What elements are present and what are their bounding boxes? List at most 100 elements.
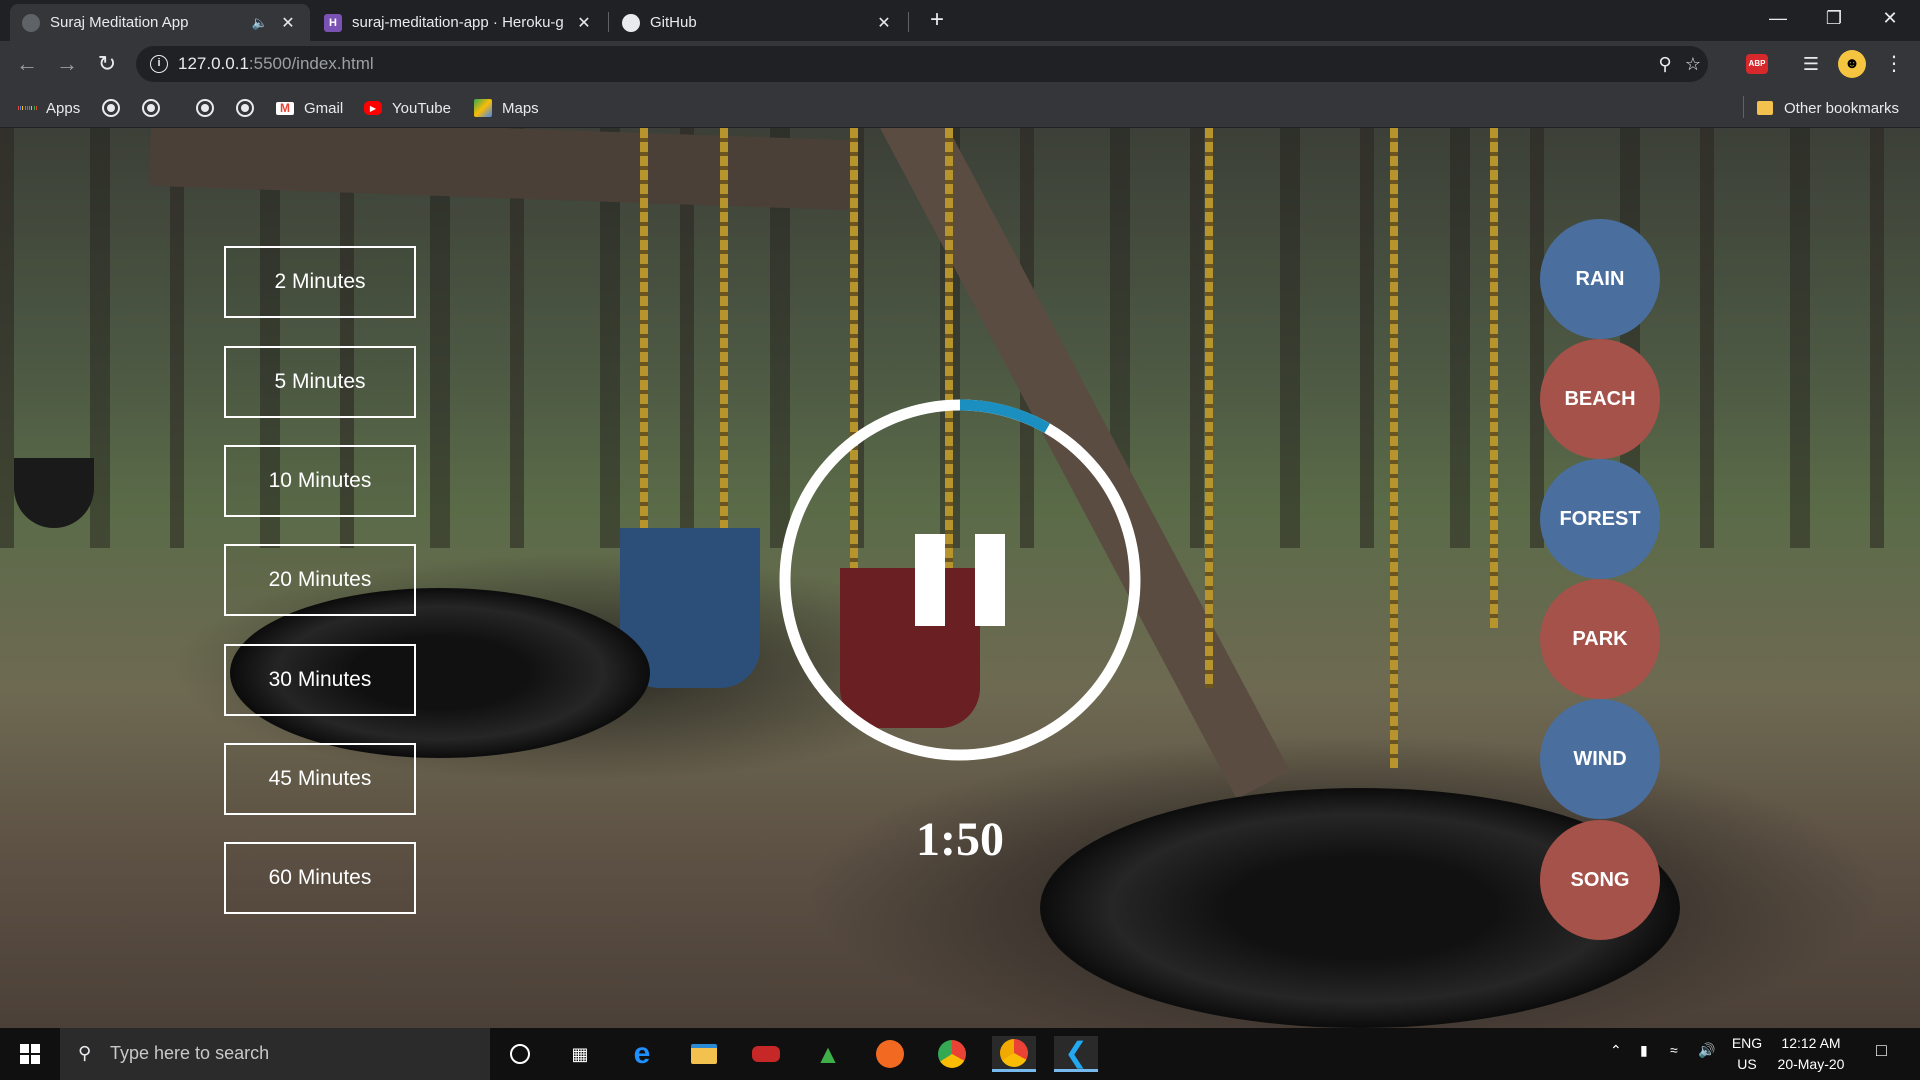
duration-60-minutes-button[interactable]: 60 Minutes [224,842,416,914]
tab-title: Suraj Meditation App [50,14,189,31]
sound-park-button[interactable]: PARK [1540,579,1660,699]
close-icon[interactable]: ✕ [874,13,894,33]
site-globe-icon [22,13,40,32]
swing-chain [1205,128,1213,688]
system-clock[interactable]: 12:12 AM 20-May-20 [1770,1033,1852,1075]
swing-chain [1390,128,1398,768]
green-app-icon[interactable]: ▲ [806,1036,850,1072]
start-button[interactable] [0,1028,60,1080]
search-placeholder: Type here to search [110,1043,270,1063]
bookmark-maps[interactable]: Maps [474,96,539,120]
bookmark-label: Gmail [304,99,344,117]
bookmark-gmail[interactable]: M Gmail [276,96,343,120]
tab-separator [908,12,909,32]
tab-suraj-meditation[interactable]: Suraj Meditation App 🔈 ✕ [10,4,310,41]
chrome-canary-icon[interactable] [992,1036,1036,1072]
bookmark-label: Maps [502,99,539,117]
tab-heroku[interactable]: H suraj-meditation-app · Heroku-g ✕ [312,4,606,41]
zoom-icon[interactable]: ⚲ [1654,53,1676,75]
wifi-icon[interactable]: ≈ [1670,1042,1678,1058]
windows-taskbar: ⚲ Type here to search ▦ e ▲ ❮ ⌃ ▮ ≈ 🔊 EN… [0,1028,1920,1080]
address-bar[interactable]: i 127.0.0.1:5500/index.html ⚲ ☆ [136,46,1708,82]
region-code: US [1737,1056,1757,1072]
youtube-icon: ▶ [364,101,382,115]
search-icon: ⚲ [78,1043,92,1063]
sound-rain-button[interactable]: RAIN [1540,219,1660,339]
bookmark-globe-3[interactable] [196,96,224,120]
bookmark-label: YouTube [392,99,451,117]
bookmark-other[interactable]: Other bookmarks [1756,96,1899,120]
edge-icon[interactable]: e [620,1036,664,1072]
tab-title: GitHub [650,14,697,31]
bookmark-globe-2[interactable] [142,96,170,120]
speaker-icon[interactable]: 🔈 [252,15,268,31]
bookmark-apps[interactable]: Apps [18,96,80,120]
battery-icon[interactable]: ▮ [1640,1042,1648,1059]
duration-5-minutes-button[interactable]: 5 Minutes [224,346,416,418]
bookmark-globe-4[interactable] [236,96,264,120]
pause-bar-right [975,534,1005,626]
close-icon[interactable]: ✕ [278,13,298,33]
show-hidden-icons[interactable]: ⌃ [1610,1042,1622,1059]
bookmark-label: Other bookmarks [1784,99,1900,117]
language-indicator[interactable]: ENG US [1730,1033,1764,1075]
new-tab-button[interactable]: + [923,6,951,34]
lang-code: ENG [1731,1035,1763,1051]
minimize-button[interactable]: — [1750,0,1806,36]
maps-icon [474,99,492,117]
bookmarks-separator [1743,96,1744,118]
task-view-icon[interactable]: ▦ [558,1036,602,1072]
github-icon [622,13,640,32]
pause-bar-left [915,534,945,626]
tab-separator [608,12,609,32]
tab-github[interactable]: GitHub ✕ [610,4,906,41]
sound-beach-button[interactable]: BEACH [1540,339,1660,459]
restore-button[interactable]: ❐ [1806,0,1862,36]
tab-strip: Suraj Meditation App 🔈 ✕ H suraj-meditat… [0,0,1920,41]
profile-avatar[interactable]: ☻ [1838,50,1866,78]
back-button[interactable]: ← [12,50,42,78]
sound-song-button[interactable]: SONG [1540,820,1660,940]
duration-45-minutes-button[interactable]: 45 Minutes [224,743,416,815]
swing-chain [720,128,728,568]
duration-30-minutes-button[interactable]: 30 Minutes [224,644,416,716]
bookmark-star-icon[interactable]: ☆ [1682,53,1704,75]
globe-icon [142,99,160,117]
media-controls-icon[interactable]: ☰ [1800,53,1822,75]
url-host: 127.0.0.1 [178,54,249,73]
url-text[interactable]: 127.0.0.1:5500/index.html [178,54,374,74]
duration-10-minutes-button[interactable]: 10 Minutes [224,445,416,517]
adblock-plus-icon[interactable]: ABP [1746,54,1768,74]
sound-forest-button[interactable]: FOREST [1540,459,1660,579]
windows-logo-icon [20,1044,40,1064]
window-close-button[interactable]: ✕ [1862,0,1918,36]
chrome-icon[interactable] [930,1036,974,1072]
vscode-icon[interactable]: ❮ [1054,1036,1098,1072]
bookmarks-bar: Apps M Gmail ▶ YouTube Maps Other bookma… [0,87,1920,128]
swing-chain [640,128,648,548]
site-info-icon[interactable]: i [150,55,168,73]
apps-grid-icon [18,99,36,117]
volume-icon[interactable]: 🔊 [1698,1042,1715,1059]
notifications-icon[interactable]: □ [1876,1040,1887,1061]
globe-icon [196,99,214,117]
file-explorer-icon[interactable] [682,1036,726,1072]
pause-button[interactable] [900,520,1020,640]
sound-wind-button[interactable]: WIND [1540,699,1660,819]
gmail-icon: M [276,101,294,115]
close-icon[interactable]: ✕ [574,13,594,33]
duration-2-minutes-button[interactable]: 2 Minutes [224,246,416,318]
browser-toolbar: ← → ↻ i 127.0.0.1:5500/index.html ⚲ ☆ AB… [0,41,1920,87]
clock-time: 12:12 AM [1781,1035,1841,1051]
browser-menu-icon[interactable]: ⋮ [1880,50,1908,78]
forward-button[interactable]: → [52,50,82,78]
bookmark-youtube[interactable]: ▶ YouTube [364,96,451,120]
orange-app-icon[interactable] [868,1036,912,1072]
bookmark-globe-1[interactable] [102,96,130,120]
cortana-icon[interactable] [498,1036,542,1072]
taskbar-search-box[interactable]: ⚲ Type here to search [60,1028,490,1080]
reload-button[interactable]: ↻ [92,50,122,78]
url-path: :5500/index.html [248,54,374,73]
game-app-icon[interactable] [744,1036,788,1072]
duration-20-minutes-button[interactable]: 20 Minutes [224,544,416,616]
